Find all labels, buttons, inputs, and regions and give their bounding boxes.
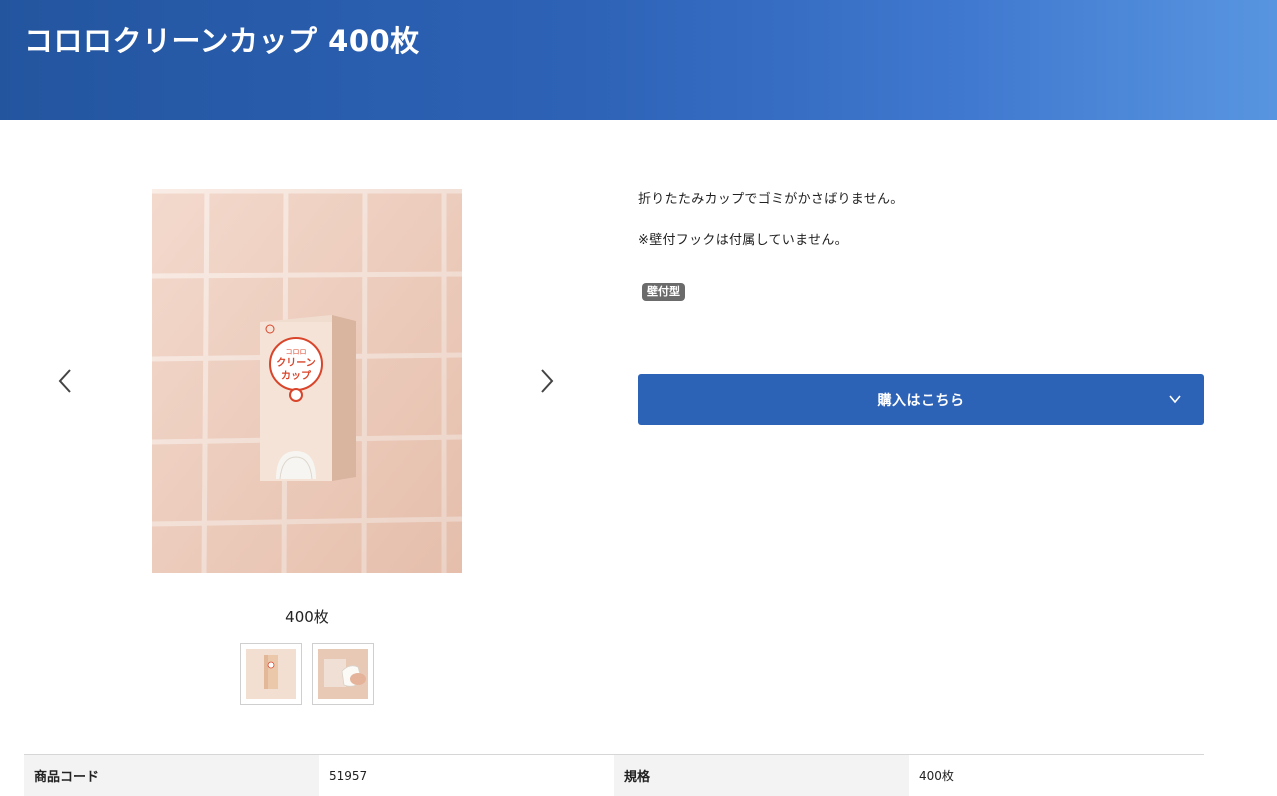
product-description-line: 折りたたみカップでゴミがかさばりません。 [638,192,904,207]
purchase-dropdown-button[interactable]: 購入はこちら [638,374,1204,425]
gallery-thumbnail[interactable] [312,643,374,705]
chevron-left-icon [58,369,71,393]
product-description-note: ※壁付フックは付属していません。 [638,233,848,248]
page-header: コロロクリーンカップ 400枚 [0,0,1277,120]
spec-value-code: 51957 [319,755,614,796]
spec-label-code: 商品コード [24,755,319,796]
svg-text:コロロ: コロロ [286,348,307,356]
product-main-image: コロロ クリーン カップ [152,189,462,573]
spec-label-size: 規格 [614,755,909,796]
chevron-down-icon [1169,395,1181,404]
gallery-prev-button[interactable] [51,361,79,401]
gallery-next-button[interactable] [533,361,561,401]
spec-value-size: 400枚 [909,755,1204,796]
image-caption: 400枚 [285,608,329,626]
purchase-button-label: 購入はこちら [877,392,965,409]
svg-text:カップ: カップ [281,369,312,382]
page-title: コロロクリーンカップ 400枚 [24,24,420,58]
category-tag: 壁付型 [642,283,685,301]
svg-text:クリーン: クリーン [276,357,316,369]
gallery-thumbnail[interactable] [240,643,302,705]
spec-table: 商品コード 51957 規格 400枚 [24,754,1204,796]
chevron-right-icon [541,369,554,393]
